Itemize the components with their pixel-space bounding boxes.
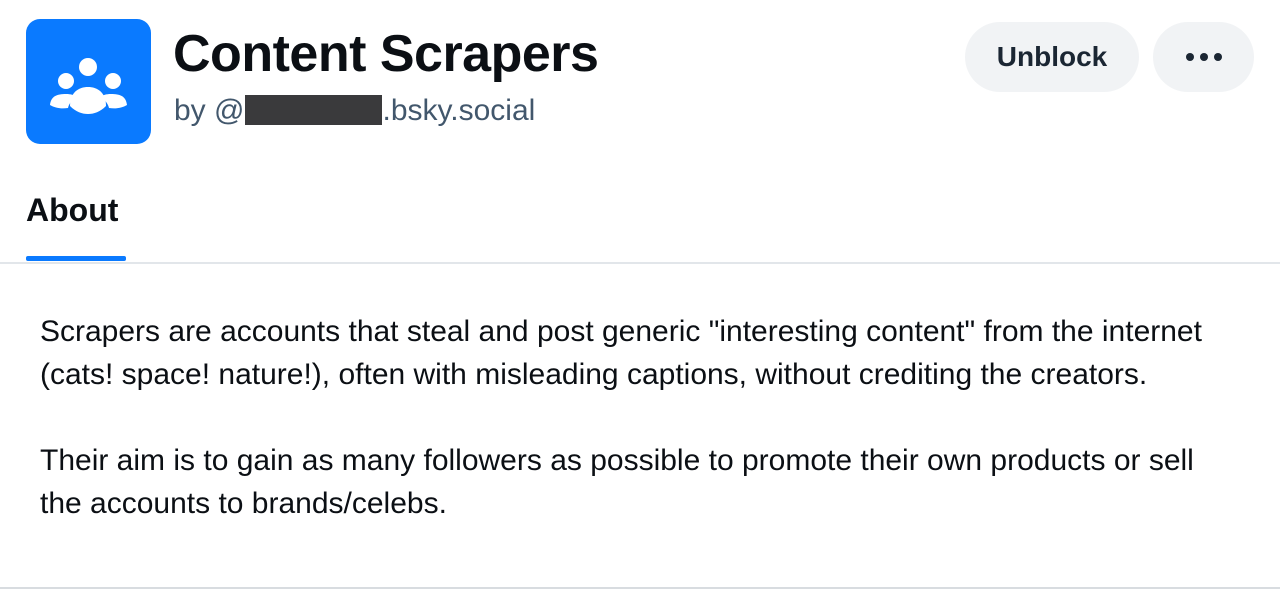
redacted-handle (245, 95, 383, 125)
description-paragraph: Scrapers are accounts that steal and pos… (40, 315, 1202, 391)
more-options-button[interactable] (1153, 22, 1254, 92)
tab-divider (0, 262, 1280, 264)
list-page: Content Scrapers by @ .bsky.social Unblo… (0, 0, 1280, 589)
description-paragraph: Their aim is to gain as many followers a… (40, 444, 1194, 520)
tab-about[interactable]: About (26, 190, 126, 264)
byline-suffix: .bsky.social (382, 94, 536, 127)
active-tab-indicator (26, 256, 126, 261)
list-description: Scrapers are accounts that steal and pos… (40, 310, 1240, 525)
tab-about-label: About (26, 192, 119, 228)
people-group-icon (50, 58, 127, 114)
list-title: Content Scrapers (173, 25, 599, 83)
unblock-button[interactable]: Unblock (965, 22, 1139, 92)
byline-prefix: by @ (174, 94, 245, 127)
list-avatar (26, 19, 151, 144)
more-horizontal-icon (1185, 53, 1222, 61)
list-header: Content Scrapers by @ .bsky.social Unblo… (0, 0, 1280, 170)
list-byline: by @ .bsky.social (174, 92, 535, 130)
